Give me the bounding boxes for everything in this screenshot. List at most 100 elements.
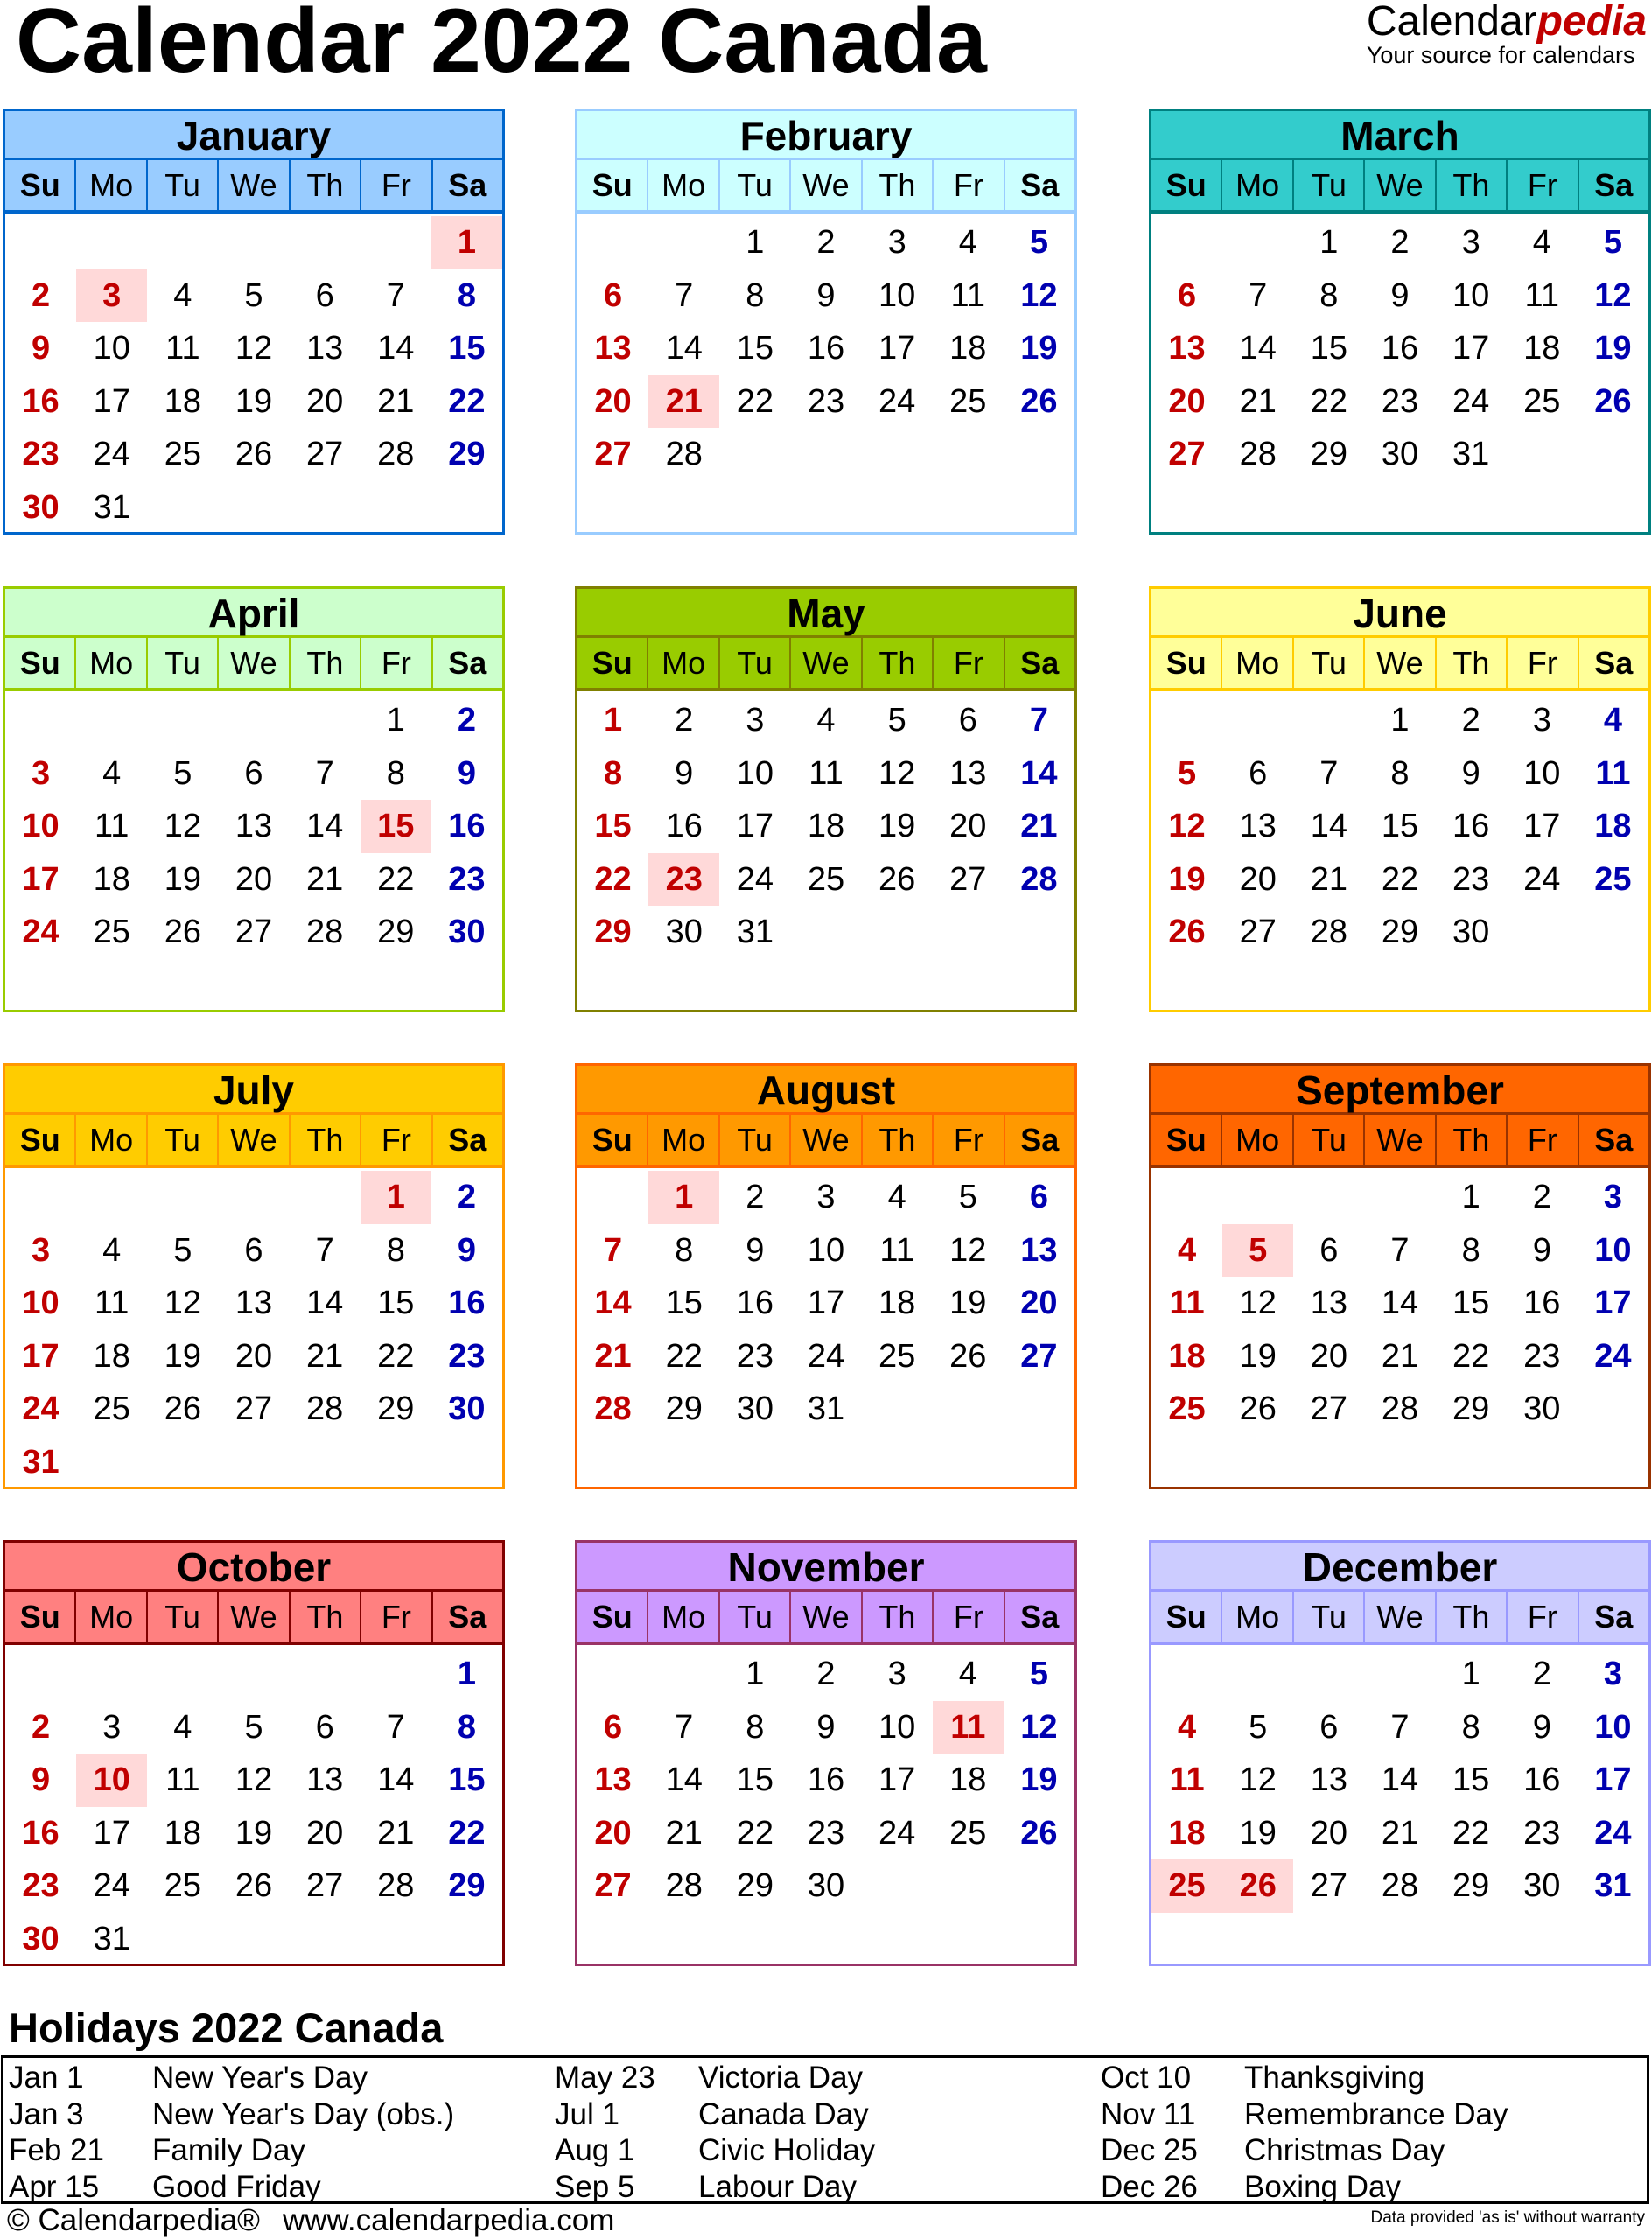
month-june: June Su Mo Tu We Th Fr Sa 1 2 3 4 5 6 7 8 9 10 11 12 13 14 15 1… [1149,586,1651,1012]
empty-cell [578,1648,648,1701]
weekday-label: We [217,160,288,210]
day-cell: 22 [377,1337,415,1375]
day-cell: 30 [1452,914,1490,950]
holidays-title: Holidays 2022 Canada [9,2005,444,2051]
holiday-date: May 23 [555,2061,655,2095]
day-cell: 12 [949,1231,987,1269]
day-cell: 23 [448,860,486,898]
day-cell: 26 [1020,1814,1058,1852]
day-cell: 13 [1020,1231,1058,1269]
weekday-label: Th [288,1115,360,1165]
day-cell: 11 [1169,1761,1205,1798]
day-cell: 27 [1020,1337,1058,1375]
day-cell: 23 [736,1337,774,1375]
day-grid: 1 2 3 4 5 6 7 8 9 10 11 12 13 14 15 16 17 18 19 20 21 22 23 24 2… [5,691,502,959]
month-july: July Su Mo Tu We Th Fr Sa 1 2 3 4 5 6 7 8 9 10 11 12 13 14 15 1… [3,1063,505,1489]
day-cell: 16 [665,808,703,844]
empty-cell [1152,216,1222,270]
day-cell: 10 [1594,1708,1632,1746]
day-cell: 31 [807,1390,845,1427]
day-cell: 4 [1532,224,1551,261]
day-grid: 1 2 3 4 5 6 7 8 9 10 11 12 13 14 15 16 17 18 19 20 21 22 23 24 2… [1152,1645,1648,1913]
weekday-label: Fr [360,160,430,210]
footer-credits: © Calendarpedia® www.calendarpedia.com [7,2203,614,2238]
day-cell: 27 [1310,1867,1348,1904]
empty-cell [218,1648,289,1701]
day-cell: 17 [1523,808,1561,844]
day-cell: 2 [457,702,476,738]
weekday-label: Mo [647,638,718,688]
weekday-label: Fr [932,638,1003,688]
weekday-label: Fr [360,638,430,688]
day-cell: 20 [1020,1284,1058,1321]
empty-cell [290,694,360,747]
weekday-label: Tu [718,1592,789,1642]
day-cell: 7 [1249,276,1268,314]
day-cell: 25 [949,1814,987,1852]
day-cell: 16 [1452,808,1490,844]
calendarpedia-logo[interactable]: Calendarpedia Your source for calendars [1367,0,1647,67]
day-cell: 14 [594,1284,632,1321]
day-cell: 19 [949,1284,987,1321]
day-cell: 21 [665,1814,703,1852]
day-cell: 1 [746,1656,765,1692]
day-cell: 10 [1523,754,1561,792]
weekday-label: Th [288,638,360,688]
weekday-label: Fr [932,1115,1003,1165]
day-cell: 7 [315,754,334,792]
day-cell: 12 [1239,1761,1277,1798]
day-cell: 5 [244,1708,263,1746]
empty-cell [218,694,289,747]
empty-cell [1364,1648,1435,1701]
weekday-header: Su Mo Tu We Th Fr Sa [5,1115,502,1168]
weekday-label: Tu [145,160,217,210]
day-cell: 18 [1523,330,1561,367]
day-cell: 2 [816,224,836,261]
day-cell: 18 [164,382,201,420]
weekday-label: Tu [145,1592,217,1642]
day-cell: 1 [1390,702,1410,738]
day-cell: 21 [305,1337,344,1375]
day-cell: 14 [305,808,344,844]
holiday-row: May 23 Victoria Day [555,2060,1101,2096]
month-title: September [1152,1066,1648,1115]
day-cell: 30 [448,914,486,950]
day-cell: 3 [1603,1656,1622,1692]
weekday-label: We [1363,1592,1434,1642]
day-cell: 28 [665,1867,703,1904]
day-cell: 7 [675,276,694,314]
month-title: August [578,1066,1074,1115]
weekday-label: Su [592,1122,633,1158]
weekday-label: Th [1434,1592,1506,1642]
day-cell: 20 [949,808,987,844]
weekday-header: Su Mo Tu We Th Fr Sa [578,638,1074,691]
day-cell: 5 [173,1231,192,1269]
day-cell: 11 [165,330,200,367]
day-cell: 15 [1452,1284,1490,1321]
month-august: August Su Mo Tu We Th Fr Sa 1 2 3 4 5 6 7 8 9 10 11 12 13 14 1… [575,1063,1077,1489]
day-cell: 12 [1594,276,1632,314]
weekday-label: Tu [1292,638,1363,688]
weekday-label: Sa [430,160,502,210]
day-cell: 3 [1532,702,1551,738]
day-cell: 11 [950,276,985,314]
day-cell: 3 [102,1708,122,1746]
day-cell: 20 [594,382,632,420]
day-cell: 22 [377,860,415,898]
holiday-day-cell: 21 [648,374,720,428]
holiday-name: New Year's Day (obs.) [152,2096,455,2132]
footer-url-link[interactable]: www.calendarpedia.com [283,2203,614,2237]
day-cell: 20 [1168,382,1206,420]
month-title: May [578,589,1074,638]
month-october: October Su Mo Tu We Th Fr Sa 1 2 3 4 5 6 7 8 9 10 11 12 13 14… [3,1540,505,1966]
day-cell: 8 [1320,276,1339,314]
day-cell: 12 [878,754,916,792]
day-cell: 24 [878,1814,916,1852]
day-cell: 1 [1461,1656,1480,1692]
day-cell: 27 [594,436,632,472]
day-cell: 16 [1523,1284,1561,1321]
day-cell: 17 [878,1761,916,1798]
day-cell: 19 [1239,1337,1277,1375]
weekday-label: Su [592,1599,633,1634]
day-cell: 29 [448,436,486,472]
